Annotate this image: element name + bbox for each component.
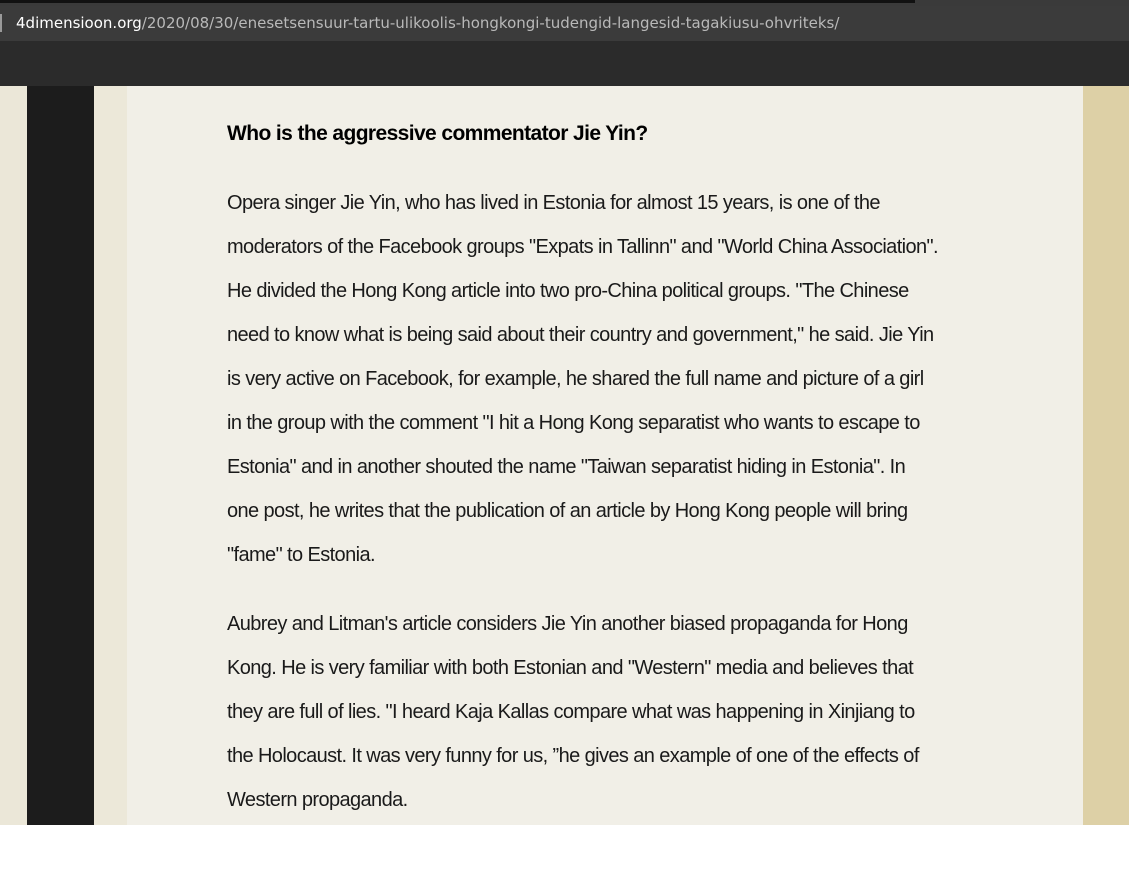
url-path: /2020/08/30/enesetsensuur-tartu-ulikooli… bbox=[141, 14, 840, 32]
paragraph-line: moderators of the Facebook groups "Expat… bbox=[227, 236, 939, 258]
paragraph-line: Estonia" and in another shouted the name… bbox=[227, 456, 906, 478]
url-text[interactable]: 4dimensioon.org/2020/08/30/enesetsensuur… bbox=[16, 14, 839, 32]
address-bar-divider bbox=[0, 14, 2, 32]
paragraph-line: is very active on Facebook, for example,… bbox=[227, 368, 924, 390]
article-heading: Who is the aggressive commentator Jie Yi… bbox=[227, 122, 648, 145]
paragraph-line: Western propaganda. bbox=[227, 789, 408, 811]
article-container: Who is the aggressive commentator Jie Yi… bbox=[127, 86, 1083, 825]
address-bar[interactable]: 4dimensioon.org/2020/08/30/enesetsensuur… bbox=[0, 6, 1129, 41]
paragraph-line: need to know what is being said about th… bbox=[227, 324, 934, 346]
browser-toolbar bbox=[0, 41, 1129, 86]
paragraph-line: Opera singer Jie Yin, who has lived in E… bbox=[227, 192, 880, 214]
paragraph-line: one post, he writes that the publication… bbox=[227, 500, 908, 522]
article-paragraph-2: Aubrey and Litman's article considers Ji… bbox=[227, 602, 1042, 822]
paragraph-line: Aubrey and Litman's article considers Ji… bbox=[227, 613, 908, 635]
paragraph-line: they are full of lies. "I heard Kaja Kal… bbox=[227, 701, 915, 723]
right-accent-margin bbox=[1083, 86, 1129, 825]
left-dark-sidebar bbox=[27, 86, 94, 825]
paragraph-line: in the group with the comment "I hit a H… bbox=[227, 412, 920, 434]
article-paragraph-1: Opera singer Jie Yin, who has lived in E… bbox=[227, 181, 1042, 577]
web-page: Who is the aggressive commentator Jie Yi… bbox=[0, 86, 1129, 825]
active-tab-indicator bbox=[0, 0, 915, 3]
paragraph-line: "fame" to Estonia. bbox=[227, 544, 376, 566]
left-light-margin bbox=[94, 86, 127, 825]
paragraph-line: He divided the Hong Kong article into tw… bbox=[227, 280, 909, 302]
url-domain: 4dimensioon.org bbox=[16, 14, 142, 32]
paragraph-line: Kong. He is very familiar with both Esto… bbox=[227, 657, 914, 679]
paragraph-line: the Holocaust. It was very funny for us,… bbox=[227, 745, 919, 767]
